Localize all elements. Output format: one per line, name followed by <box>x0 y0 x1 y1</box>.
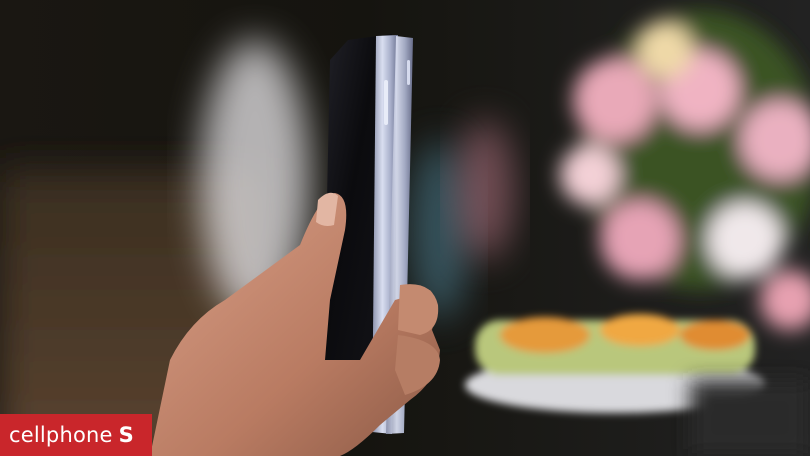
watermark-brand: cellphone <box>9 423 113 447</box>
blurred-pink-shape <box>457 120 513 260</box>
phone-side-button <box>384 80 388 125</box>
photo-illustration <box>0 0 810 456</box>
watermark-suffix: S <box>118 423 134 447</box>
brand-watermark: cellphone S <box>0 414 152 456</box>
photo-scene: cellphone S <box>0 0 810 456</box>
blurred-vase <box>690 380 810 456</box>
phone-volume-key <box>407 60 410 85</box>
